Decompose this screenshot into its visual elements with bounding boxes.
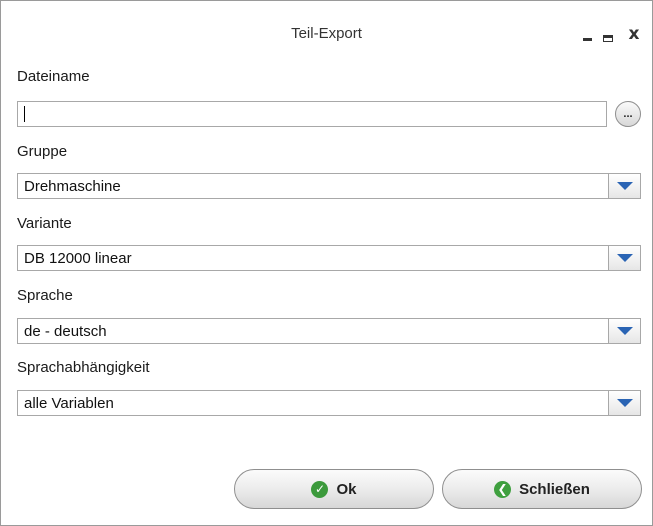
language-dependency-dropdown-button[interactable] (608, 391, 640, 415)
chevron-down-icon (616, 254, 633, 262)
browse-button[interactable]: ... (615, 101, 641, 127)
language-dependency-label: Sprachabhängigkeit (17, 359, 150, 376)
ok-button-label: Ok (336, 480, 357, 498)
close-button[interactable]: ❮ Schließen (442, 469, 642, 509)
language-dropdown-button[interactable] (608, 319, 640, 343)
chevron-down-icon (616, 399, 633, 407)
back-arrow-circle-icon: ❮ (494, 480, 512, 498)
text-caret (24, 106, 25, 122)
group-selected-value: Drehmaschine (24, 178, 121, 195)
maximize-button[interactable] (595, 19, 621, 47)
filename-label: Dateiname (17, 68, 90, 85)
group-label: Gruppe (17, 143, 68, 160)
minimize-icon (582, 38, 592, 41)
group-dropdown-button[interactable] (608, 174, 640, 198)
language-label: Sprache (17, 287, 73, 304)
variant-selected-value: DB 12000 linear (24, 250, 132, 267)
close-button-label: Schließen (519, 480, 590, 498)
variant-label: Variante (17, 215, 72, 232)
close-window-button[interactable]: x (621, 19, 647, 47)
chevron-down-icon (616, 182, 633, 190)
language-dependency-selected-value: alle Variablen (24, 395, 114, 412)
export-dialog: Teil-Export x Dateiname ... Gruppe Drehm… (0, 0, 653, 526)
ok-button[interactable]: ✓ Ok (234, 469, 434, 509)
language-selected-value: de - deutsch (24, 323, 107, 340)
filename-field-container (17, 101, 607, 127)
title-bar: Teil-Export x (1, 1, 652, 61)
variant-dropdown-button[interactable] (608, 246, 640, 270)
group-select[interactable]: Drehmaschine (17, 173, 641, 199)
language-dependency-select[interactable]: alle Variablen (17, 390, 641, 416)
filename-input[interactable] (18, 102, 606, 126)
maximize-icon (603, 35, 613, 42)
language-select[interactable]: de - deutsch (17, 318, 641, 344)
chevron-down-icon (616, 327, 633, 335)
variant-select[interactable]: DB 12000 linear (17, 245, 641, 271)
check-circle-icon: ✓ (311, 480, 329, 498)
close-icon: x (628, 24, 640, 44)
window-title: Teil-Export (291, 25, 362, 42)
